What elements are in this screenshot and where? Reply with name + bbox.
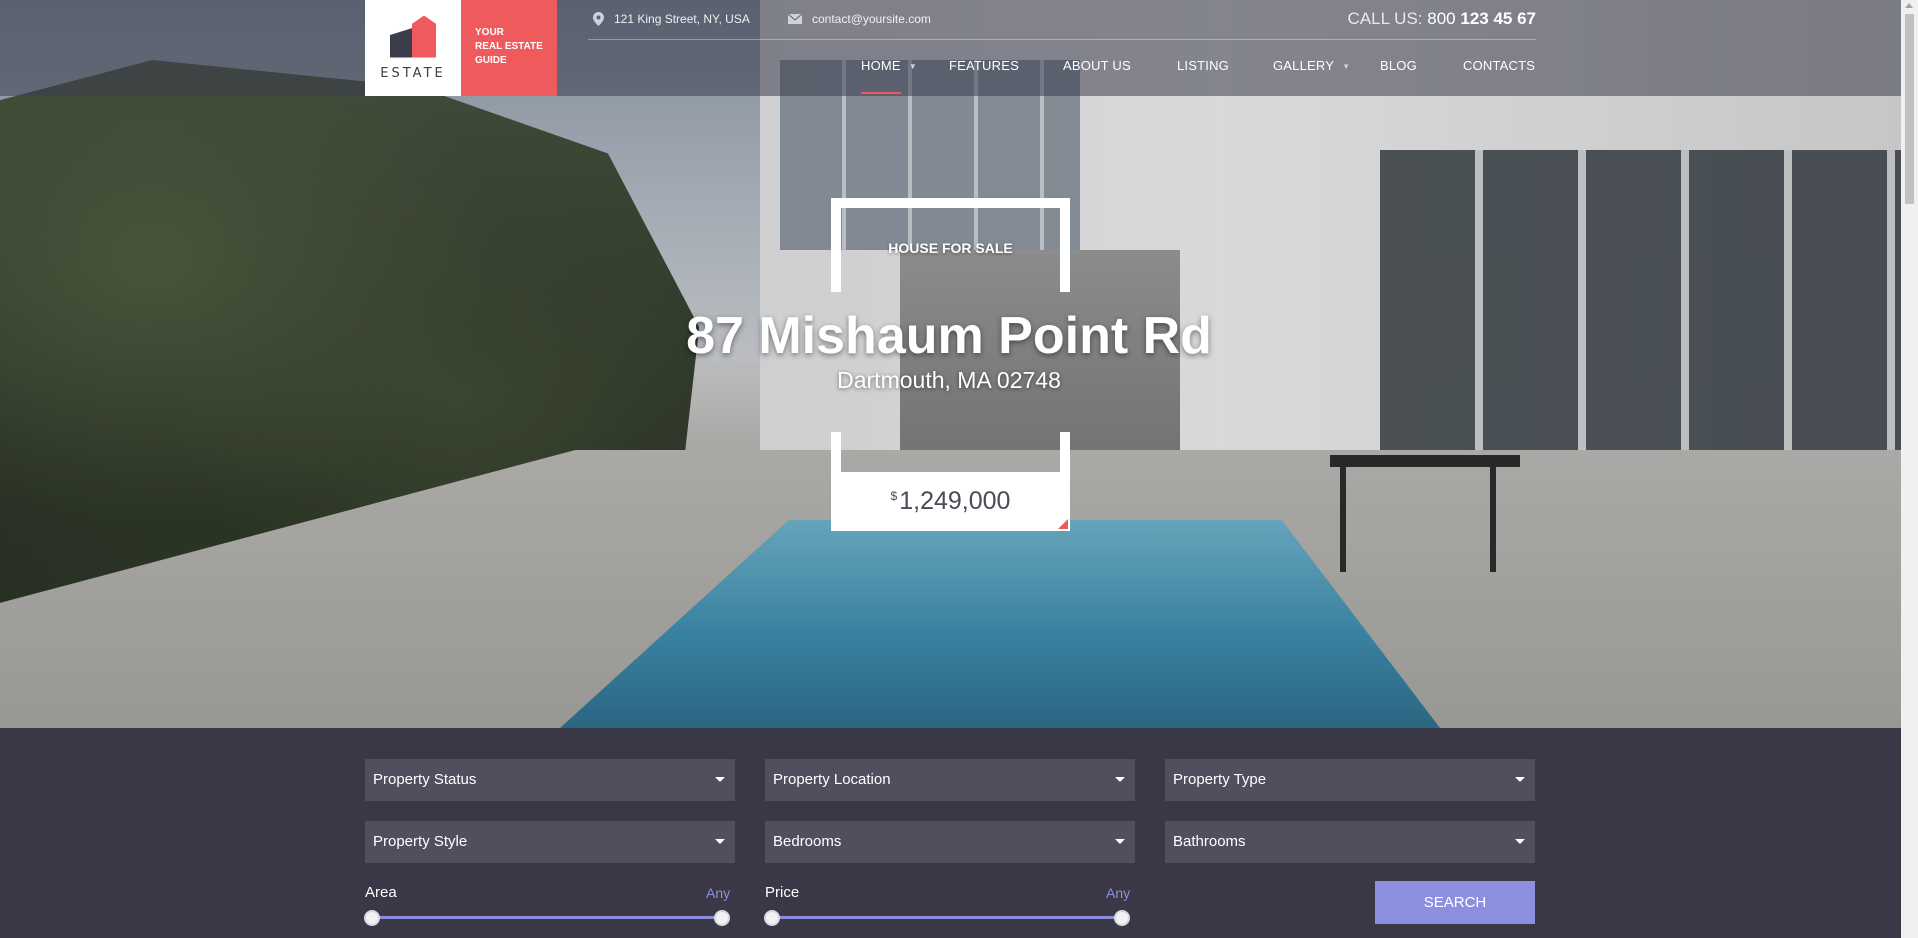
- nav-label: ABOUT US: [1063, 58, 1131, 73]
- price-value: Any: [1106, 885, 1131, 901]
- caret-down-icon: [1115, 839, 1125, 844]
- search-button[interactable]: SEARCH: [1375, 881, 1535, 924]
- nav-label: BLOG: [1380, 58, 1417, 73]
- nav-label: FEATURES: [949, 58, 1019, 73]
- call-us[interactable]: CALL US: 800 123 45 67: [1348, 9, 1536, 29]
- phone-prefix: 800: [1427, 9, 1456, 28]
- main-nav: HOME ▼ FEATURES ABOUT US LISTING GALLERY ▼…: [588, 40, 1536, 96]
- property-location-select[interactable]: Property Location: [765, 759, 1135, 801]
- call-label: CALL US:: [1347, 9, 1423, 28]
- nav-item-blog[interactable]: BLOG: [1380, 58, 1417, 73]
- nav-item-listing[interactable]: LISTING: [1177, 58, 1229, 73]
- email-link[interactable]: contact@yoursite.com: [812, 12, 931, 26]
- logo-tagline: YOUR REAL ESTATE GUIDE: [461, 0, 557, 96]
- nav-item-about-us[interactable]: ABOUT US: [1063, 58, 1131, 73]
- address-text: 121 King Street, NY, USA: [614, 12, 750, 26]
- price-slider-max-handle[interactable]: [1114, 910, 1130, 926]
- contact-bar: 121 King Street, NY, USA contact@yoursit…: [588, 0, 1536, 40]
- property-type-select[interactable]: Property Type: [1165, 759, 1535, 801]
- chevron-down-icon: ▼: [908, 62, 917, 72]
- select-label: Property Style: [373, 833, 468, 850]
- caret-down-icon: [1115, 777, 1125, 782]
- page-scrollbar[interactable]: [1901, 0, 1918, 938]
- nav-active-indicator: [861, 92, 901, 94]
- tagline-line: YOUR: [475, 27, 504, 38]
- select-label: Property Status: [373, 771, 477, 788]
- select-label: Property Location: [773, 771, 891, 788]
- tagline-line: REAL ESTATE: [475, 41, 543, 52]
- logo-wordmark: ESTATE: [380, 65, 446, 81]
- caret-down-icon: [715, 777, 725, 782]
- map-pin-icon: [593, 12, 604, 26]
- nav-item-features[interactable]: FEATURES: [949, 58, 1019, 73]
- logo[interactable]: ESTATE: [365, 0, 461, 96]
- tagline-line: GUIDE: [475, 55, 507, 66]
- scroll-up-icon[interactable]: [1905, 3, 1913, 8]
- phone-number: 123 45 67: [1460, 9, 1536, 28]
- nav-item-contacts[interactable]: CONTACTS: [1463, 58, 1535, 73]
- property-style-select[interactable]: Property Style: [365, 821, 735, 863]
- listing-badge: HOUSE FOR SALE: [888, 240, 1013, 256]
- caret-down-icon: [1515, 777, 1525, 782]
- area-slider-min-handle[interactable]: [364, 910, 380, 926]
- area-label: Area: [365, 884, 397, 901]
- area-value: Any: [706, 885, 731, 901]
- price-slider-min-handle[interactable]: [764, 910, 780, 926]
- email-item[interactable]: contact@yoursite.com: [788, 12, 931, 26]
- logo-building-icon: [390, 15, 436, 58]
- price-slider-track[interactable]: [772, 916, 1122, 919]
- envelope-icon: [788, 14, 802, 24]
- select-label: Property Type: [1173, 771, 1267, 788]
- nav-label: LISTING: [1177, 58, 1229, 73]
- nav-item-home[interactable]: HOME ▼: [861, 58, 917, 94]
- price-label: Price: [765, 884, 800, 901]
- property-status-select[interactable]: Property Status: [365, 759, 735, 801]
- chevron-down-icon: ▼: [1342, 62, 1351, 72]
- price-currency: $: [890, 488, 898, 503]
- caret-down-icon: [1515, 839, 1525, 844]
- listing-address: Dartmouth, MA 02748: [837, 367, 1061, 393]
- scrollbar-thumb[interactable]: [1905, 14, 1914, 204]
- bedrooms-select[interactable]: Bedrooms: [765, 821, 1135, 863]
- address-item: 121 King Street, NY, USA: [593, 12, 750, 26]
- bathrooms-select[interactable]: Bathrooms: [1165, 821, 1535, 863]
- select-label: Bathrooms: [1173, 833, 1246, 850]
- listing-title[interactable]: 87 Mishaum Point Rd: [559, 306, 1339, 366]
- nav-label: GALLERY: [1273, 58, 1335, 73]
- caret-down-icon: [715, 839, 725, 844]
- nav-item-gallery[interactable]: GALLERY ▼: [1273, 58, 1350, 73]
- listing-price: $1,249,000: [831, 472, 1070, 531]
- corner-accent-icon: [1058, 519, 1068, 529]
- area-slider-max-handle[interactable]: [714, 910, 730, 926]
- area-slider-track[interactable]: [372, 916, 722, 919]
- price-value: 1,249,000: [899, 487, 1011, 515]
- nav-label: HOME: [861, 58, 901, 73]
- select-label: Bedrooms: [773, 833, 842, 850]
- nav-label: CONTACTS: [1463, 58, 1536, 73]
